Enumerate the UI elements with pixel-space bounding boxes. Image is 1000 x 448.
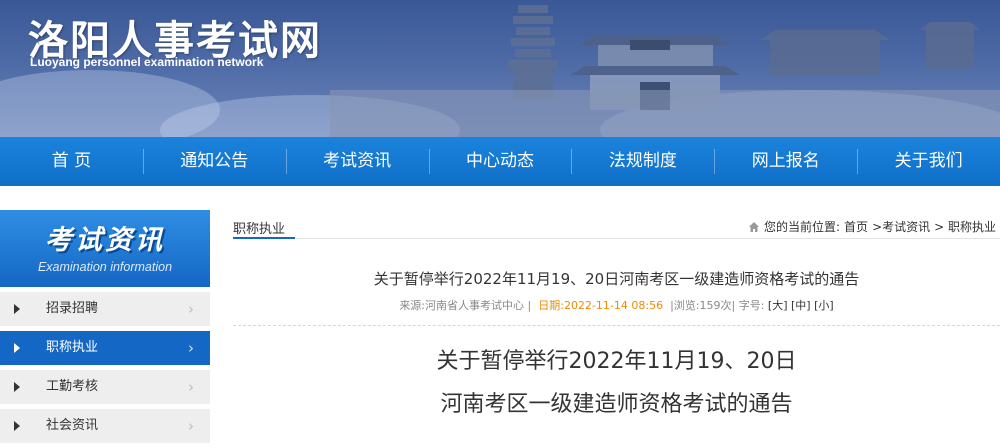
sidebar-item-recruitment[interactable]: 招录招聘 ›	[0, 292, 210, 326]
article-headline-line1: 关于暂停举行2022年11月19、20日	[436, 349, 797, 374]
chevron-right-icon: ›	[188, 417, 194, 435]
sidebar-item-worker-assessment[interactable]: 工勤考核 ›	[0, 370, 210, 404]
sidebar-title: 考试资讯	[45, 225, 165, 256]
article-title: 关于暂停举行2022年11月19、20日河南考区一级建造师资格考试的通告	[373, 270, 860, 288]
chevron-right-icon: ›	[188, 300, 194, 318]
article-source: 来源:河南省人事考试中心 |	[399, 299, 532, 312]
section-title-underline	[233, 237, 295, 239]
section-divider	[233, 238, 1000, 239]
sidebar-subtitle: Examination information	[37, 260, 173, 274]
chevron-right-icon: ›	[188, 378, 194, 396]
breadcrumb-exam-info-link[interactable]: >考试资讯	[872, 218, 930, 235]
nav-notices[interactable]: 通知公告	[142, 137, 286, 186]
meta-divider	[233, 325, 1000, 326]
nav-regulations[interactable]: 法规制度	[571, 137, 714, 186]
landmark-skyline-image	[330, 5, 1000, 137]
sidebar-item-professional-titles[interactable]: 职称执业 ›	[0, 331, 210, 365]
nav-about-us[interactable]: 关于我们	[857, 137, 1000, 186]
nav-center-news[interactable]: 中心动态	[428, 137, 572, 186]
font-size-large-button[interactable]: [大]	[768, 299, 788, 312]
breadcrumb: 您的当前位置: 首页 >考试资讯 > 职称执业	[748, 218, 996, 235]
sidebar-item-label: 职称执业	[46, 340, 99, 355]
sidebar-item-label: 社会资讯	[46, 418, 99, 433]
nav-exam-info[interactable]: 考试资讯	[285, 137, 429, 186]
article-date: 日期:2022-11-14 08:56	[538, 299, 664, 312]
font-size-medium-button[interactable]: [中]	[791, 299, 811, 312]
sidebar-item-label: 招录招聘	[46, 301, 99, 316]
article-views: |浏览:159次| 字号:	[670, 299, 765, 312]
chevron-right-icon: ›	[188, 339, 194, 357]
triangle-right-icon	[14, 343, 20, 353]
breadcrumb-current[interactable]: > 职称执业	[934, 218, 996, 235]
sidebar-list: 招录招聘 › 职称执业 › 工勤考核 › 社会资讯 ›	[0, 292, 210, 448]
triangle-right-icon	[14, 421, 20, 431]
site-subtitle: Luoyang personnel examination network	[30, 55, 264, 69]
breadcrumb-home-link[interactable]: 首页	[844, 218, 868, 235]
sidebar-item-label: 工勤考核	[46, 379, 99, 394]
font-size-small-button[interactable]: [小]	[814, 299, 834, 312]
article-headline-line2: 河南考区一级建造师资格考试的通告	[440, 392, 793, 417]
article-meta: 来源:河南省人事考试中心 | 日期:2022-11-14 08:56 |浏览:1…	[233, 297, 1000, 313]
header-banner: 洛阳人事考试网 Luoyang personnel examination ne…	[0, 0, 1000, 137]
sidebar-item-social-news[interactable]: 社会资讯 ›	[0, 409, 210, 443]
breadcrumb-prefix: 您的当前位置:	[764, 220, 841, 234]
triangle-right-icon	[14, 382, 20, 392]
main-nav: 首 页 通知公告 考试资讯 中心动态 法规制度 网上报名 关于我们	[0, 137, 1000, 186]
nav-online-registration[interactable]: 网上报名	[714, 137, 857, 186]
nav-home[interactable]: 首 页	[0, 137, 143, 186]
triangle-right-icon	[14, 304, 20, 314]
section-title: 职称执业	[233, 222, 286, 237]
home-icon	[749, 221, 759, 232]
sidebar-header: 考试资讯 Examination information	[0, 210, 210, 287]
